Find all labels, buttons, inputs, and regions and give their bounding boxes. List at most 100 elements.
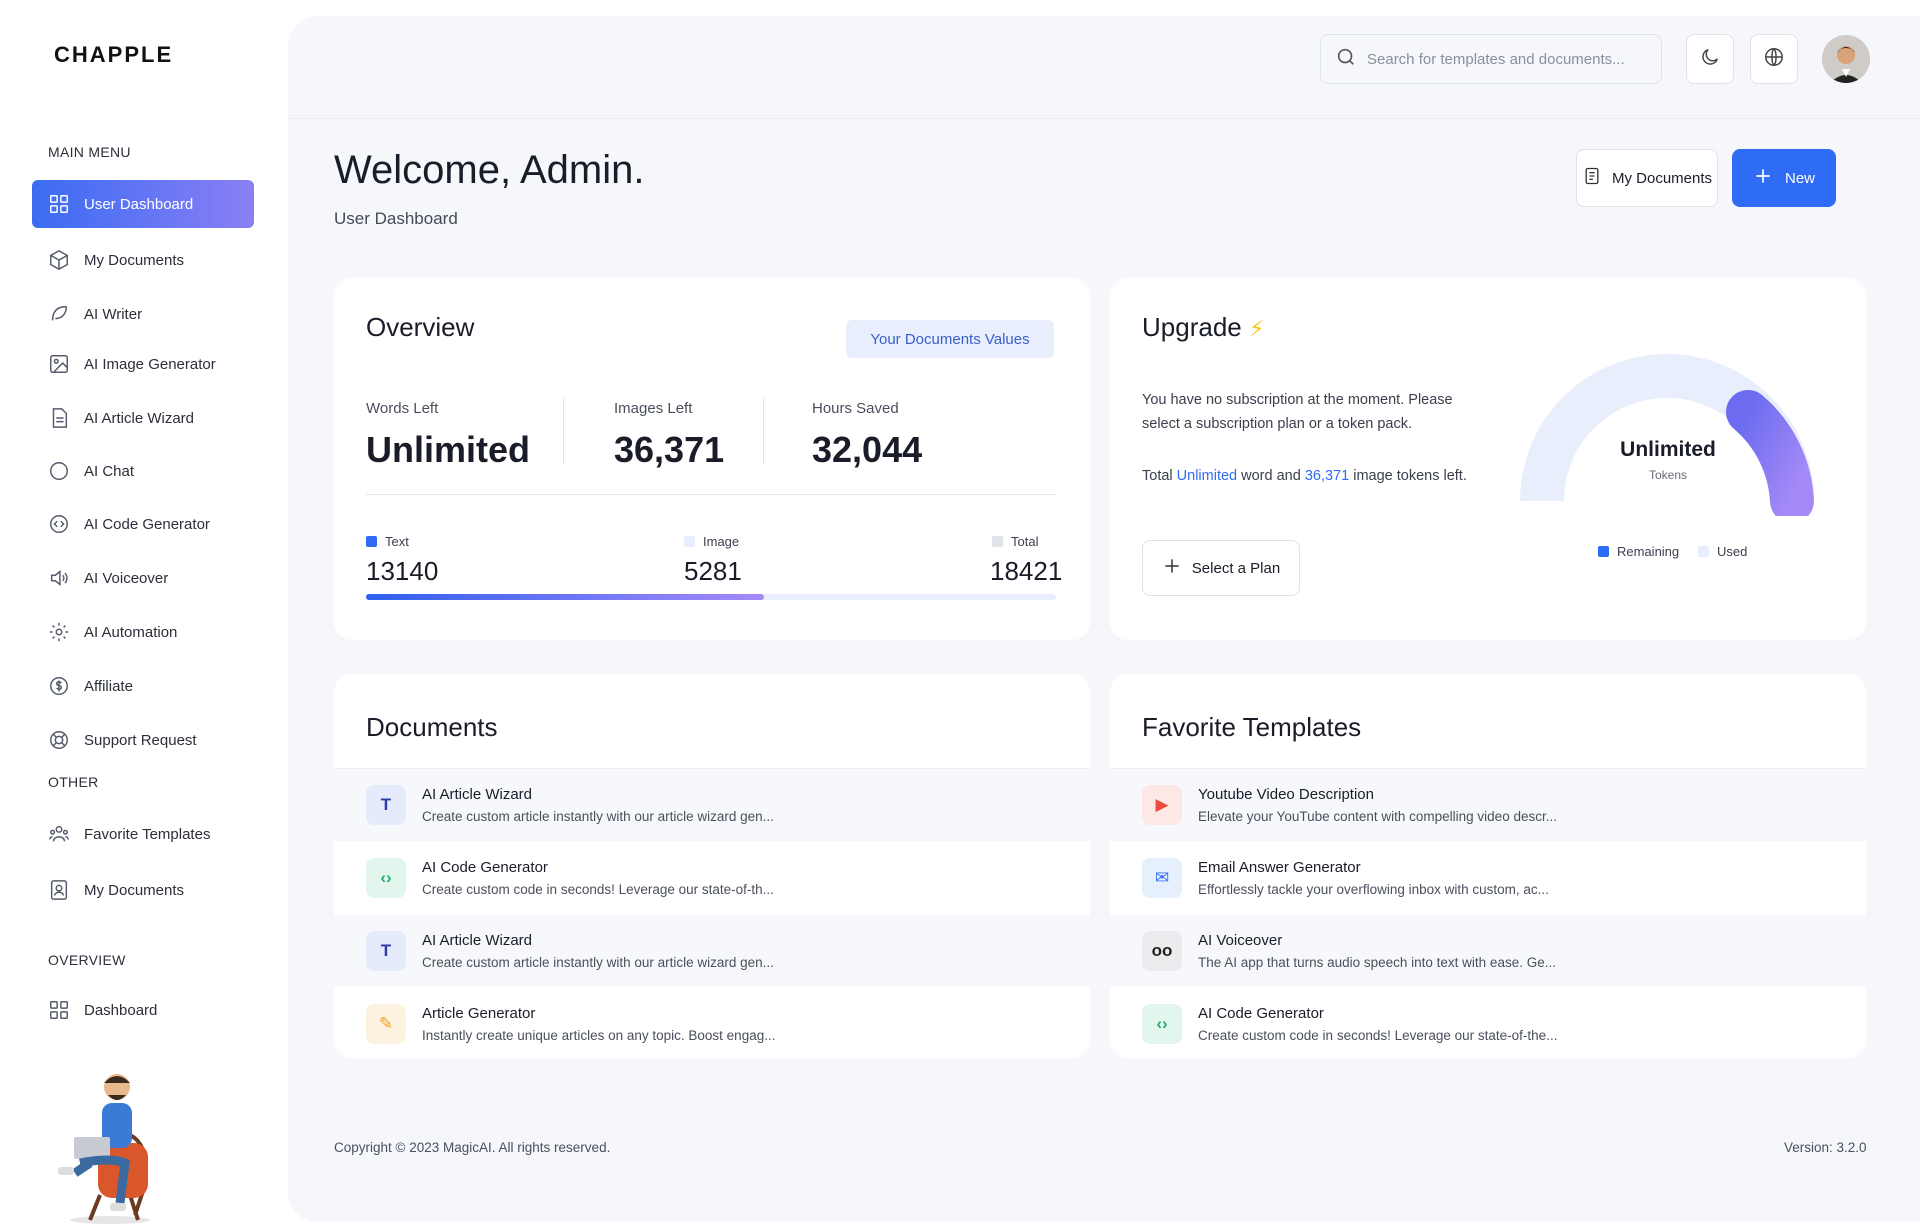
sidebar-item-user-dashboard[interactable]: User Dashboard xyxy=(32,180,254,228)
moon-icon xyxy=(1699,46,1721,73)
sidebar-item-support-request[interactable]: Support Request xyxy=(32,716,254,764)
sidebar-item-my-documents-other[interactable]: My Documents xyxy=(32,866,254,914)
template-icon: ‹› xyxy=(366,858,406,898)
stat-label: Words Left xyxy=(366,400,439,417)
overview-title: Overview xyxy=(366,312,475,342)
sidebar-item-ai-code-generator[interactable]: AI Code Generator xyxy=(32,500,254,548)
list-item-desc: Instantly create unique articles on any … xyxy=(422,1028,776,1043)
sidebar-item-ai-image-generator[interactable]: AI Image Generator xyxy=(32,340,254,388)
documents-card: Documents T AI Article Wizard Create custo… xyxy=(334,674,1090,1058)
overview-card: Overview Your Documents Values Words Lef… xyxy=(334,278,1090,640)
divider xyxy=(366,494,1056,495)
page-title: Welcome, Admin. xyxy=(334,148,645,192)
list-item-title: Youtube Video Description xyxy=(1198,786,1374,803)
my-documents-button-label: My Documents xyxy=(1611,169,1713,187)
list-item-desc: Create custom code in seconds! Leverage … xyxy=(1198,1028,1558,1043)
sidebar-item-affiliate[interactable]: Affiliate xyxy=(32,662,254,710)
list-item-text: AI Voiceover The AI app that turns audio … xyxy=(1198,932,1556,970)
tokens-suffix: image tokens left. xyxy=(1353,468,1467,484)
template-icon: T xyxy=(366,785,406,825)
sidebar-item-favorite-templates[interactable]: Favorite Templates xyxy=(32,810,254,858)
upgrade-message: You have no subscription at the moment. … xyxy=(1142,392,1453,432)
sidebar-item-ai-automation[interactable]: AI Automation xyxy=(32,608,254,656)
sidebar-item-dashboard[interactable]: Dashboard xyxy=(32,986,254,1034)
stat-hours-saved: Hours Saved 32,044 xyxy=(812,400,922,471)
legend-label: Text xyxy=(385,534,409,549)
gauge-label: Tokens xyxy=(1648,468,1688,482)
plus-icon xyxy=(1162,556,1192,580)
legend-swatch xyxy=(1698,546,1709,557)
sidebar-item-label: My Documents xyxy=(84,881,185,899)
stat-images-left: Images Left 36,371 xyxy=(614,400,724,471)
list-item-text: Youtube Video Description Elevate your Yo… xyxy=(1198,786,1557,824)
template-icon: oo xyxy=(1142,931,1182,971)
tokens-images-link[interactable]: 36,371 xyxy=(1305,468,1349,484)
template-icon: ▶ xyxy=(1142,785,1182,825)
total-count: 18421 xyxy=(990,556,1063,586)
template-icon: ‹› xyxy=(1142,1004,1182,1044)
sidebar-item-ai-article-wizard[interactable]: AI Article Wizard xyxy=(32,394,254,442)
tokens-prefix: Total xyxy=(1142,468,1173,484)
speaker-icon xyxy=(48,567,70,589)
gauge-arc xyxy=(1726,390,1814,516)
sidebar: CHAPPLE MAIN MENU User Dashboard My Docu… xyxy=(0,0,290,1228)
legend-swatch xyxy=(366,536,377,547)
sidebar-item-ai-writer[interactable]: AI Writer xyxy=(32,290,254,338)
code-icon xyxy=(48,513,70,535)
lifebuoy-icon xyxy=(48,729,70,751)
list-item[interactable]: ✎ Article Generator Instantly create uniqu… xyxy=(334,988,1090,1060)
feather-icon xyxy=(48,303,70,325)
list-item-text: Article Generator Instantly create unique… xyxy=(422,1005,775,1043)
list-item-desc: Create custom article instantly with our… xyxy=(422,955,774,970)
search-input[interactable] xyxy=(1367,50,1637,68)
favorite-templates-title: Favorite Templates xyxy=(1142,712,1362,742)
sidebar-item-label: AI Voiceover xyxy=(84,569,169,587)
tokens-words-link[interactable]: Unlimited xyxy=(1177,468,1237,484)
other-heading: OTHER xyxy=(48,774,99,790)
select-plan-button[interactable]: Select a Plan xyxy=(1142,540,1300,596)
language-button[interactable] xyxy=(1750,34,1798,84)
list-item[interactable]: T AI Article Wizard Create custom article … xyxy=(334,915,1090,987)
list-item[interactable]: T AI Article Wizard Create custom article … xyxy=(334,769,1090,841)
tokens-summary: Total Unlimited word and 36,371 image to… xyxy=(1142,468,1467,484)
sidebar-item-ai-voiceover[interactable]: AI Voiceover xyxy=(32,554,254,602)
brand-logo[interactable]: CHAPPLE xyxy=(54,42,173,68)
main-menu-heading: MAIN MENU xyxy=(48,144,131,160)
stat-words-left: Words Left Unlimited xyxy=(366,400,530,471)
list-item[interactable]: ‹› AI Code Generator Create custom code in… xyxy=(334,842,1090,914)
list-item[interactable]: ✉ Email Answer Generator Effortlessly tack… xyxy=(1110,842,1866,914)
sidebar-item-label: AI Automation xyxy=(84,623,178,641)
list-item[interactable]: ▶ Youtube Video Description Elevate your Y… xyxy=(1110,769,1866,841)
list-item[interactable]: ‹› AI Code Generator Create custom code in… xyxy=(1110,988,1866,1060)
new-button[interactable]: New xyxy=(1732,149,1836,207)
list-item-title: Article Generator xyxy=(422,1005,536,1022)
dark-mode-toggle[interactable] xyxy=(1686,34,1734,84)
documents-values-tag[interactable]: Your Documents Values xyxy=(846,320,1054,358)
sidebar-item-label: AI Chat xyxy=(84,462,135,480)
copyright: Copyright © 2023 MagicAI. All rights res… xyxy=(334,1140,611,1155)
stat-value: 32,044 xyxy=(812,429,923,470)
gauge-legend-remaining: Remaining xyxy=(1598,544,1679,559)
page-subtitle: User Dashboard xyxy=(334,209,458,228)
sidebar-item-label: Dashboard xyxy=(84,1001,158,1019)
select-plan-label: Select a Plan xyxy=(1191,559,1281,577)
legend-swatch xyxy=(1598,546,1609,557)
search-box[interactable] xyxy=(1320,34,1662,84)
sidebar-item-label: AI Image Generator xyxy=(84,355,216,373)
usage-progress-fill xyxy=(366,594,765,600)
sidebar-item-label: My Documents xyxy=(84,251,185,269)
stat-label: Hours Saved xyxy=(812,400,899,417)
sidebar-item-label: User Dashboard xyxy=(84,195,194,213)
users-icon xyxy=(48,823,70,845)
my-documents-button[interactable]: My Documents xyxy=(1576,149,1718,207)
document-icon xyxy=(1582,166,1612,190)
sidebar-item-ai-chat[interactable]: AI Chat xyxy=(32,447,254,495)
chat-icon xyxy=(48,460,70,482)
user-avatar[interactable] xyxy=(1822,35,1870,83)
list-item[interactable]: oo AI Voiceover The AI app that turns audi… xyxy=(1110,915,1866,987)
box-icon xyxy=(48,249,70,271)
documents-title: Documents xyxy=(366,712,498,742)
sidebar-item-my-documents[interactable]: My Documents xyxy=(32,236,254,284)
sidebar-item-label: Affiliate xyxy=(84,677,133,695)
main-panel: Welcome, Admin. User Dashboard My Docume… xyxy=(288,16,1920,1222)
